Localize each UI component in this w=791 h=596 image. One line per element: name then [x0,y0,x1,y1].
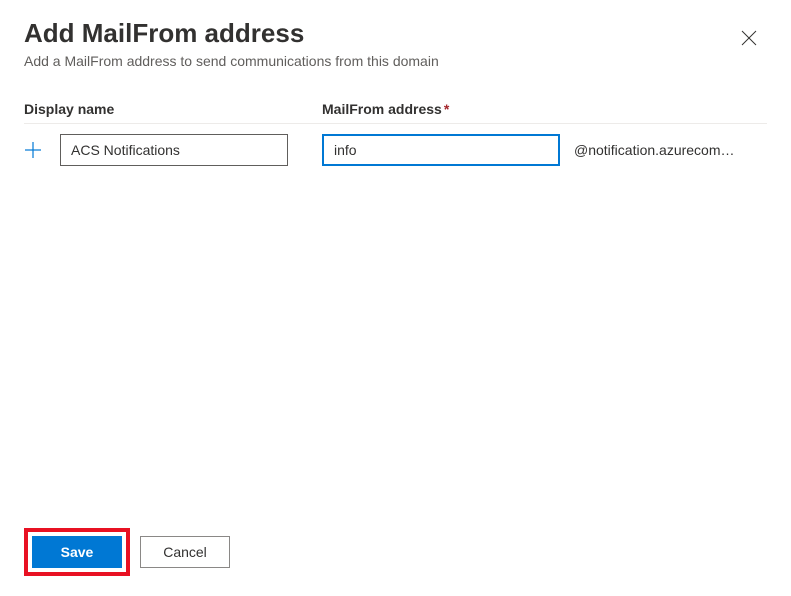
add-button[interactable] [24,141,60,159]
page-title: Add MailFrom address [24,18,735,49]
page-subtitle: Add a MailFrom address to send communica… [24,53,735,69]
cancel-button[interactable]: Cancel [140,536,230,568]
save-button-highlight: Save [24,528,130,576]
close-button[interactable] [735,24,763,55]
mailfrom-address-label: MailFrom address* [322,101,449,117]
required-indicator: * [444,101,449,117]
mailfrom-address-input[interactable] [322,134,560,166]
save-button[interactable]: Save [32,536,122,568]
plus-icon [24,141,42,159]
display-name-label: Display name [24,101,322,117]
display-name-input[interactable] [60,134,288,166]
close-icon [741,30,757,46]
domain-suffix: @notification.azurecom… [574,142,735,158]
divider [24,123,767,124]
